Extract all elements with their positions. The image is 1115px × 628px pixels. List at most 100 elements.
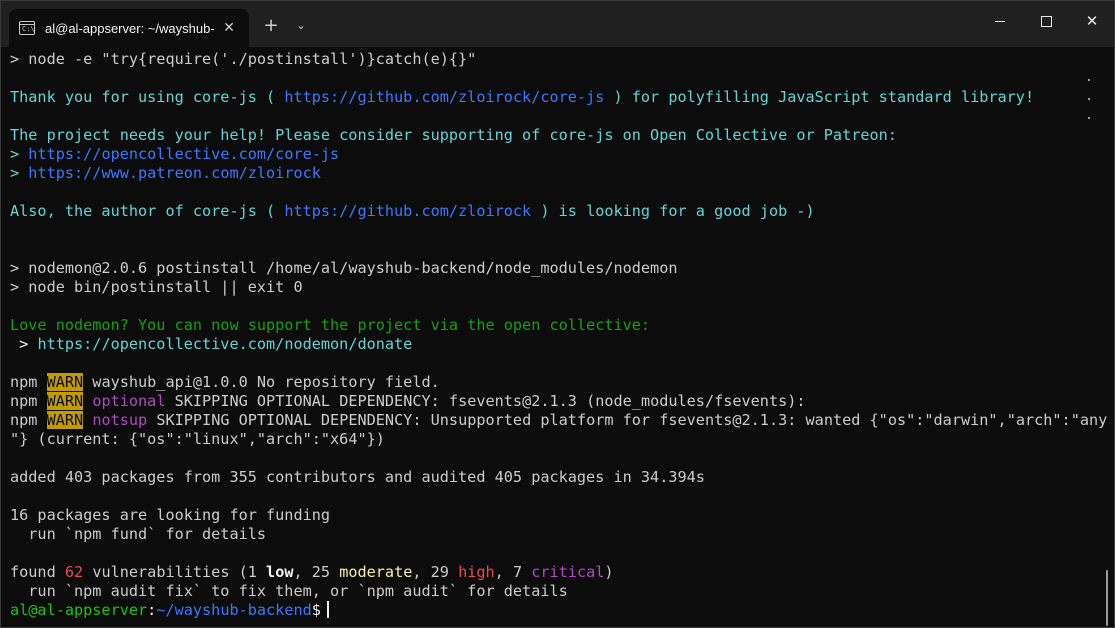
prompt-user-host: al@al-appserver [10,601,147,619]
terminal-text: added 403 packages from 355 contributors… [10,468,705,486]
terminal-text: ) [604,563,613,581]
terminal-line [10,297,1090,316]
terminal-text: The project needs your help! Please cons… [10,126,897,144]
scroll-mark [1088,117,1090,119]
terminal-text: https://opencollective.com/nodemon/donat… [37,335,412,353]
terminal-line: > nodemon@2.0.6 postinstall /home/al/way… [10,259,1090,278]
warn-badge: WARN [47,373,84,391]
terminal-text: ) is looking for a good job -) [531,202,814,220]
terminal-line [10,221,1090,240]
terminal-line: > https://www.patreon.com/zloirock [10,164,1090,183]
terminal-text: > [10,145,28,163]
terminal-line: Thank you for using core-js ( https://gi… [10,88,1090,107]
terminal-output[interactable]: > node -e "try{require('./postinstall')}… [10,50,1090,627]
terminal-line: Also, the author of core-js ( https://gi… [10,202,1090,221]
terminal-text: > nodemon@2.0.6 postinstall /home/al/way… [10,259,678,277]
tab-close-icon[interactable]: ✕ [217,16,241,40]
terminal-line [10,240,1090,259]
terminal-line: > node -e "try{require('./postinstall')}… [10,50,1090,69]
terminal-line: npm WARN wayshub_api@1.0.0 No repository… [10,373,1090,392]
prompt-path: ~/wayshub-backend [156,601,311,619]
terminal-text: SKIPPING OPTIONAL DEPENDENCY: Unsupporte… [147,411,1107,429]
terminal-line: 16 packages are looking for funding [10,506,1090,525]
terminal-text: > node -e "try{require('./postinstall')}… [10,50,476,68]
close-button[interactable]: ✕ [1069,1,1115,41]
terminal-text: moderate [339,563,412,581]
terminal-text: , 7 [495,563,532,581]
prompt-line[interactable]: al@al-appserver:~/wayshub-backend$ [10,601,1090,620]
terminal-text: , 25 [293,563,339,581]
terminal-text: "} (current: {"os":"linux","arch":"x64"}… [10,430,385,448]
terminal-text: Love nodemon? You can now support the pr… [10,316,650,334]
terminal-text: > [10,164,28,182]
terminal-text: Also, the author of core-js ( [10,202,284,220]
terminal-window: C:\ al@al-appserver: ~/wayshub- ✕ + ⌄ ✕ … [0,0,1115,628]
scroll-mark [1088,98,1090,100]
terminal-line: added 403 packages from 355 contributors… [10,468,1090,487]
terminal-text: run `npm fund` for details [10,525,266,543]
terminal-line: Love nodemon? You can now support the pr… [10,316,1090,335]
terminal-text: notsup [92,411,147,429]
chevron-down-icon[interactable]: ⌄ [289,13,313,37]
terminal-text: https://opencollective.com/core-js [28,145,339,163]
terminal-text: critical [531,563,604,581]
warn-badge: WARN [47,392,84,410]
terminal-line [10,449,1090,468]
terminal-text: npm [10,373,47,391]
new-tab-button[interactable]: + [259,13,283,37]
terminal-line: found 62 vulnerabilities (1 low, 25 mode… [10,563,1090,582]
terminal-text: 62 [65,563,83,581]
terminal-line: npm WARN optional SKIPPING OPTIONAL DEPE… [10,392,1090,411]
prompt-separator: : [147,601,156,619]
terminal-text [83,411,92,429]
terminal-line [10,69,1090,88]
terminal-text: optional [92,392,165,410]
terminal-line [10,354,1090,373]
terminal-line [10,544,1090,563]
terminal-text: run `npm audit fix` to fix them, or `npm… [10,582,568,600]
terminal-line: The project needs your help! Please cons… [10,126,1090,145]
warn-badge: WARN [47,411,84,429]
terminal-line: > https://opencollective.com/core-js [10,145,1090,164]
terminal-text: https://github.com/zloirock/core-js [284,88,604,106]
terminal-line [10,183,1090,202]
terminal-text: , 29 [412,563,458,581]
minimize-icon [995,21,1005,22]
terminal-text: https://www.patreon.com/zloirock [28,164,321,182]
terminal-line: "} (current: {"os":"linux","arch":"x64"}… [10,430,1090,449]
terminal-text: https://github.com/zloirock [284,202,531,220]
prompt-symbol: $ [312,601,321,619]
terminal-line: > https://opencollective.com/nodemon/don… [10,335,1090,354]
terminal-text: high [458,563,495,581]
terminal-text: vulnerabilities (1 [83,563,266,581]
terminal-line: > node bin/postinstall || exit 0 [10,278,1090,297]
close-icon: ✕ [1086,12,1099,30]
terminal-icon: C:\ [19,21,35,35]
title-bar: C:\ al@al-appserver: ~/wayshub- ✕ + ⌄ ✕ [1,1,1114,47]
terminal-line: npm WARN notsup SKIPPING OPTIONAL DEPEND… [10,411,1090,430]
maximize-icon [1041,16,1052,27]
terminal-text: npm [10,392,47,410]
terminal-text: npm [10,411,47,429]
terminal-line [10,107,1090,126]
tab-terminal[interactable]: C:\ al@al-appserver: ~/wayshub- ✕ [9,9,249,47]
tab-title: al@al-appserver: ~/wayshub- [45,21,217,36]
terminal-line [10,487,1090,506]
terminal-line: run `npm audit fix` to fix them, or `npm… [10,582,1090,601]
scroll-mark [1088,79,1090,81]
terminal-text: > [10,335,37,353]
terminal-text: found [10,563,65,581]
terminal-text: 16 packages are looking for funding [10,506,330,524]
terminal-text: low [266,563,293,581]
terminal-text: Thank you for using core-js ( [10,88,284,106]
minimize-button[interactable] [977,1,1023,41]
scrollbar-thumb[interactable] [1106,570,1108,626]
terminal-line: run `npm fund` for details [10,525,1090,544]
terminal-text: > node bin/postinstall || exit 0 [10,278,303,296]
terminal-text: wayshub_api@1.0.0 No repository field. [83,373,440,391]
text-cursor [327,601,329,618]
terminal-text: SKIPPING OPTIONAL DEPENDENCY: fsevents@2… [165,392,805,410]
terminal-text: ) for polyfilling JavaScript standard li… [604,88,1034,106]
maximize-button[interactable] [1023,1,1069,41]
terminal-text [83,392,92,410]
